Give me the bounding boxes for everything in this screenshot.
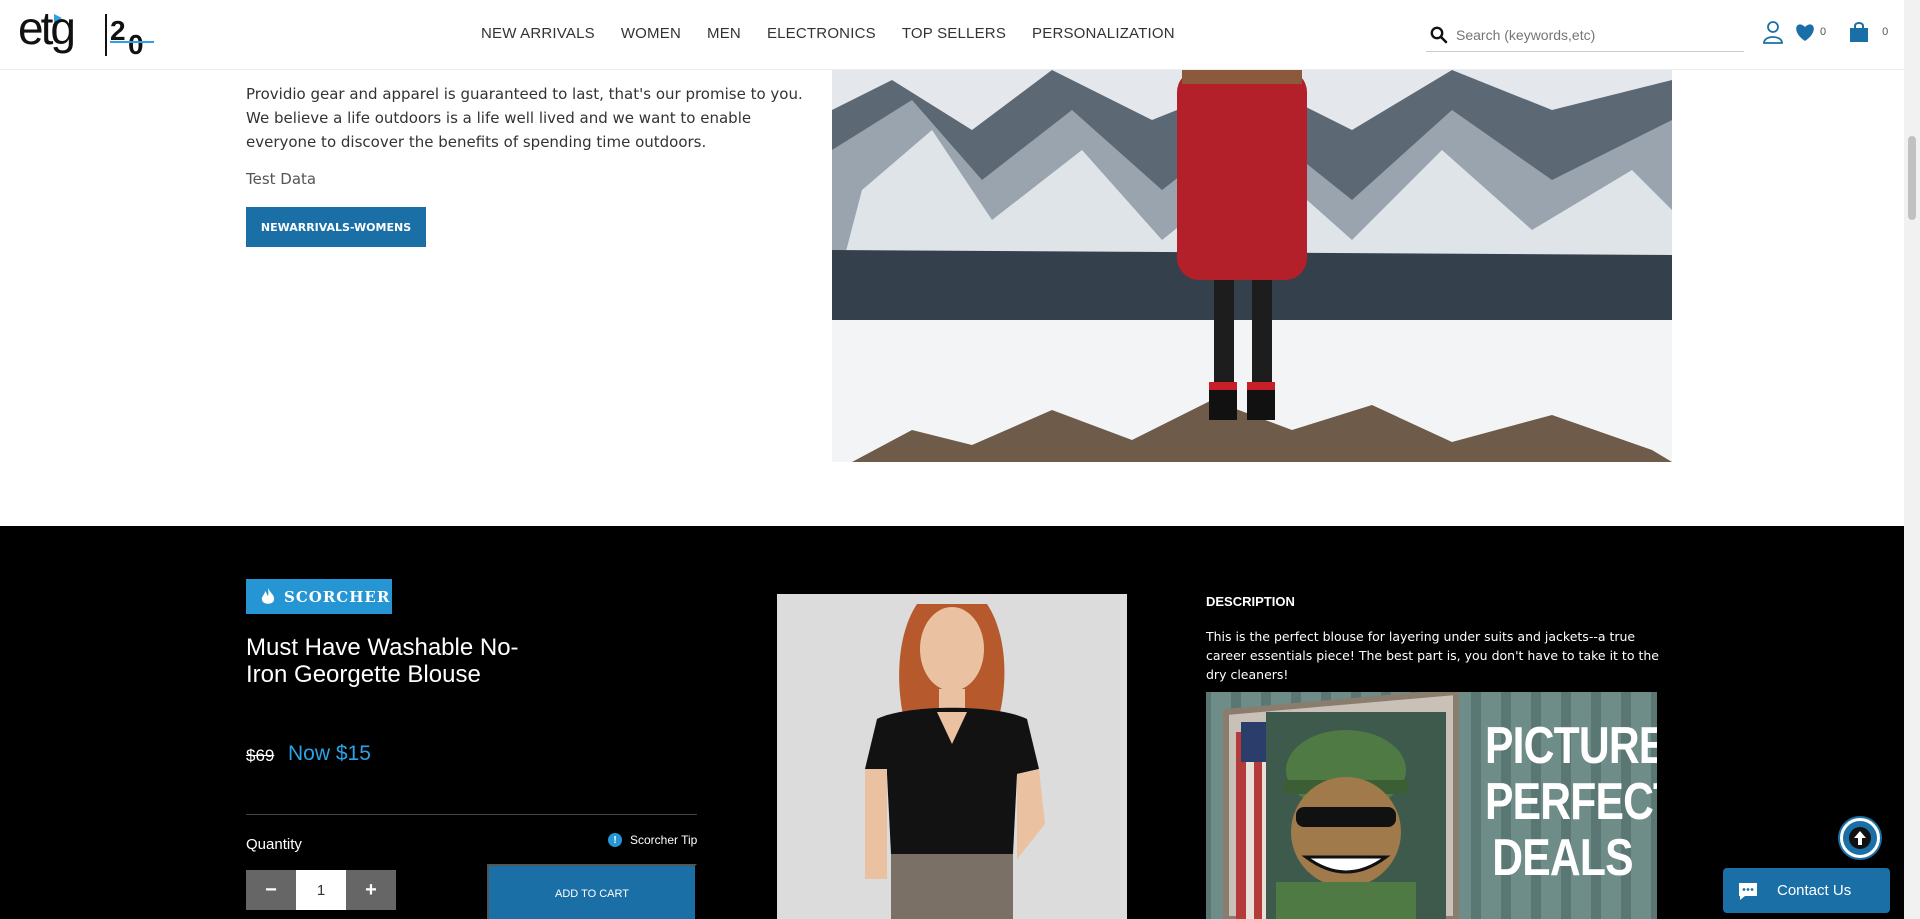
nav-men[interactable]: MEN (707, 25, 741, 42)
site-header: etg 2 0 NEW ARRIVALS WOMEN MEN ELECTRONI… (0, 0, 1904, 70)
hero-paragraph: Providio gear and apparel is guaranteed … (246, 85, 803, 151)
svg-text:etg: etg (18, 6, 73, 54)
header-icons: 0 0 (1762, 20, 1898, 44)
quantity-stepper: − 1 + (246, 870, 396, 910)
mountain-scene-image (832, 70, 1672, 462)
scorcher-tip-label: Scorcher Tip (630, 833, 698, 847)
site-logo[interactable]: etg 2 0 (18, 6, 158, 64)
promo-line-deals: DEALS (1492, 829, 1633, 887)
add-to-cart-button[interactable]: ADD TO CART (487, 864, 697, 919)
promo-line-picture: PICTURE (1485, 717, 1657, 775)
price-divider (246, 814, 697, 815)
quantity-increase-button[interactable]: + (346, 870, 396, 910)
scorcher-tip[interactable]: ! Scorcher Tip (608, 833, 697, 847)
hero-test-data: Test Data (246, 170, 317, 188)
blouse-model-image (777, 594, 1127, 919)
quantity-input[interactable]: 1 (296, 870, 346, 910)
account-icon[interactable] (1762, 20, 1784, 44)
product-image[interactable] (777, 594, 1127, 919)
cart-link[interactable]: 0 (1848, 21, 1888, 43)
price-now: Now $15 (288, 742, 371, 765)
page: etg 2 0 NEW ARRIVALS WOMEN MEN ELECTRONI… (0, 0, 1920, 919)
flame-icon (261, 587, 275, 604)
quantity-decrease-button[interactable]: − (246, 870, 296, 910)
search-box (1426, 18, 1744, 52)
price-original: $69 (246, 746, 275, 765)
main-nav: NEW ARRIVALS WOMEN MEN ELECTRONICS TOP S… (481, 25, 1201, 42)
quantity-label: Quantity (246, 836, 302, 853)
description-heading: DESCRIPTION (1206, 594, 1295, 609)
info-icon: ! (608, 833, 622, 847)
contact-us-button[interactable]: Contact Us (1723, 868, 1890, 913)
nav-new-arrivals[interactable]: NEW ARRIVALS (481, 25, 595, 42)
scorcher-badge-label: SCORCHER (284, 587, 391, 606)
wishlist-count: 0 (1820, 26, 1827, 38)
description-text: This is the perfect blouse for layering … (1206, 629, 1659, 682)
wishlist-link[interactable]: 0 (1794, 22, 1826, 42)
nav-top-sellers[interactable]: TOP SELLERS (902, 25, 1006, 42)
scorcher-badge: SCORCHER (246, 579, 392, 614)
svg-text:0: 0 (128, 29, 144, 60)
nav-electronics[interactable]: ELECTRONICS (767, 25, 876, 42)
search-icon[interactable] (1428, 24, 1450, 46)
chat-bubble-icon (1737, 881, 1759, 901)
page-scrollbar[interactable] (1904, 0, 1920, 919)
nav-women[interactable]: WOMEN (621, 25, 681, 42)
nav-personalization[interactable]: PERSONALIZATION (1032, 25, 1175, 42)
product-title: Must Have Washable No-Iron Georgette Blo… (246, 634, 519, 688)
back-to-top-button[interactable] (1840, 818, 1880, 858)
arrow-up-icon (1849, 827, 1871, 849)
scrollbar-thumb[interactable] (1908, 136, 1916, 220)
cart-bag-icon (1850, 22, 1869, 42)
hero-image (832, 70, 1672, 462)
heart-icon (1796, 24, 1814, 41)
cart-count: 0 (1882, 26, 1889, 38)
contact-us-label: Contact Us (1777, 882, 1852, 899)
hero-text-block: Providio gear and apparel is guaranteed … (246, 82, 816, 247)
new-arrivals-womens-button[interactable]: NEWARRIVALS-WOMENS (246, 207, 426, 247)
search-input[interactable] (1456, 26, 1736, 43)
picture-perfect-deals-banner[interactable]: PICTURE PERFECT DEALS (1206, 692, 1657, 919)
promo-line-perfect: PERFECT (1485, 773, 1657, 831)
scorcher-section: SCORCHER Must Have Washable No-Iron Geor… (0, 526, 1904, 919)
